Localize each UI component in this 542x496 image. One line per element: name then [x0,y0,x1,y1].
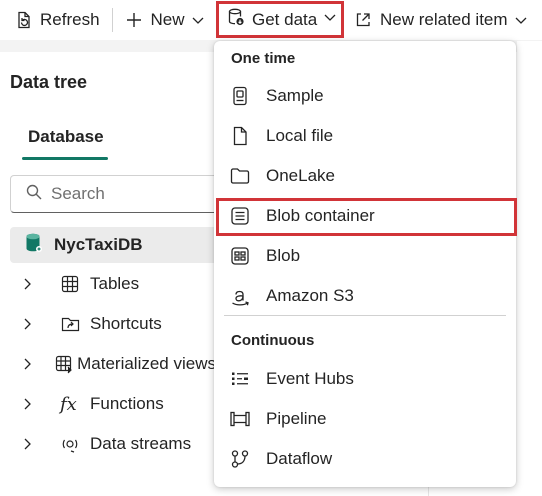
pipeline-icon [228,410,252,428]
menu-item-label: Blob [266,246,301,265]
refresh-button[interactable]: Refresh [14,0,100,40]
menu-item-label: Blob container [266,206,375,225]
menu-item-amazon-s3[interactable]: Amazon S3 [214,277,516,315]
blob-container-icon [228,206,252,226]
get-data-label: Get data [252,9,318,29]
tree-item-label: Shortcuts [90,314,162,333]
chevron-right-icon [20,277,44,291]
menu-item-label: Dataflow [266,449,333,468]
toolbar-divider [111,8,113,32]
folder-icon [228,167,252,185]
chevron-down-icon [191,13,205,27]
menu-item-label: Local file [266,126,334,145]
chevron-down-icon [514,13,528,27]
section-header-continuous: Continuous [231,332,315,349]
search-placeholder: Search [51,184,105,203]
file-icon [228,126,252,146]
database-download-icon [226,7,246,32]
menu-item-onelake[interactable]: OneLake [214,157,516,195]
new-button[interactable]: New [125,0,205,40]
new-related-item-button[interactable]: New related item [354,0,528,40]
section-header-one-time: One time [231,50,296,67]
tree-item-label: Materialized views [77,354,216,373]
blob-icon [228,246,252,266]
tab-underline [22,157,108,160]
database-icon [24,232,44,259]
menu-item-blob-container[interactable]: Blob container [214,197,516,235]
data-stream-icon [60,434,90,454]
menu-item-local-file[interactable]: Local file [214,117,516,155]
amazon-icon [228,285,252,307]
database-name: NycTaxiDB [54,235,143,254]
event-hubs-icon [228,370,252,388]
content-area-edge [517,41,542,496]
chevron-right-icon [20,317,44,331]
chevron-right-icon [20,397,44,411]
plus-icon [125,11,143,29]
menu-item-label: Sample [266,86,324,105]
new-related-item-label: New related item [380,10,508,29]
tree-item-materialized-views[interactable]: Materialized views [0,346,216,382]
search-icon [25,183,43,206]
refresh-label: Refresh [40,10,100,29]
menu-item-pipeline[interactable]: Pipeline [214,400,516,438]
get-data-button[interactable]: Get data [216,1,344,38]
open-external-icon [354,11,372,29]
menu-item-label: Amazon S3 [266,286,354,305]
menu-item-dataflow[interactable]: Dataflow [214,440,516,478]
panel-title: Data tree [10,72,88,92]
chevron-down-icon [323,10,337,29]
chevron-right-icon [20,437,44,451]
menu-item-blob[interactable]: Blob [214,237,516,275]
materialized-view-icon [54,354,77,374]
menu-divider [224,315,506,316]
tree-item-data-streams[interactable]: Data streams [0,426,216,462]
tab-database[interactable]: Database [28,127,104,147]
tree-item-tables[interactable]: Tables [0,266,216,302]
menu-item-label: Event Hubs [266,369,354,388]
function-icon: fx [60,393,77,415]
menu-item-label: OneLake [266,166,335,185]
tree-item-functions[interactable]: fx Functions [0,386,216,422]
search-input[interactable]: Search [10,175,240,213]
menu-item-sample[interactable]: Sample [214,77,516,115]
sample-icon [228,86,252,106]
tree-item-shortcuts[interactable]: Shortcuts [0,306,216,342]
database-node[interactable]: NycTaxiDB [10,227,230,263]
refresh-icon [14,10,34,30]
tree-item-label: Data streams [90,434,192,453]
tree-item-label: Tables [90,274,140,293]
chevron-right-icon [20,357,38,371]
tree-item-label: Functions [90,394,164,413]
dataflow-icon [228,449,252,469]
menu-item-event-hubs[interactable]: Event Hubs [214,360,516,398]
menu-item-label: Pipeline [266,409,327,428]
get-data-menu: One time Sample Local file OneLake Blob … [214,41,516,487]
new-label: New [150,10,185,29]
table-icon [60,274,90,294]
shortcut-icon [60,314,90,334]
